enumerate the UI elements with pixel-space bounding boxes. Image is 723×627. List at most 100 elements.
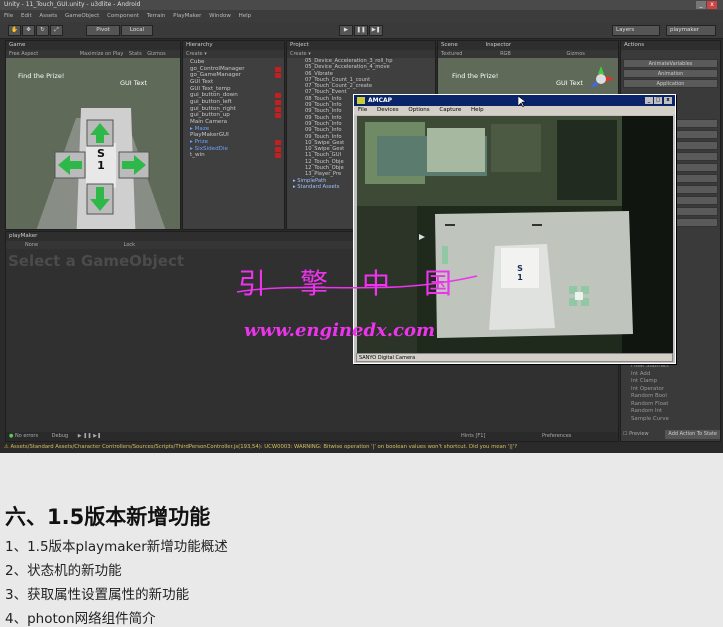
hierarchy-item[interactable]: PlayMakerGUI <box>190 132 284 139</box>
hierarchy-item[interactable]: t_win <box>190 152 284 159</box>
console-status-bar[interactable]: ⚠ Assets/Standard Assets/Character Contr… <box>0 442 723 453</box>
scene-find-prize-text: Find the Prize! <box>452 72 499 80</box>
hints-button[interactable]: Hints [F1] <box>461 432 485 441</box>
fsm-badge-icon <box>275 66 281 72</box>
rgb-dropdown[interactable]: RGB <box>500 51 511 57</box>
amcap-menu-devices[interactable]: Devices <box>377 107 399 113</box>
game-tab[interactable]: Game <box>6 41 180 50</box>
debug-dropdown[interactable]: Debug <box>52 433 68 439</box>
hierarchy-item[interactable]: go_GameManager <box>190 72 284 79</box>
action-item[interactable]: Sample Curve <box>631 416 669 424</box>
menu-assets[interactable]: Assets <box>39 13 57 19</box>
menu-component[interactable]: Component <box>107 13 139 19</box>
lock-toggle[interactable]: Lock <box>124 242 135 248</box>
layout-dropdown[interactable]: playmaker <box>666 25 716 36</box>
hierarchy-tab[interactable]: Hierarchy <box>183 41 284 50</box>
action-item[interactable]: Int Operator <box>631 386 669 394</box>
action-item[interactable]: Int Add <box>631 371 669 379</box>
menu-edit[interactable]: Edit <box>21 13 32 19</box>
amcap-close-button[interactable]: x <box>664 97 672 104</box>
local-toggle[interactable]: Local <box>121 25 153 36</box>
layers-dropdown[interactable]: Layers <box>612 25 660 36</box>
menu-gameobject[interactable]: GameObject <box>65 13 99 19</box>
hierarchy-item[interactable]: gui_button_up <box>190 112 284 119</box>
hierarchy-create-button[interactable]: Create ▾ <box>183 50 284 58</box>
pivot-toggle[interactable]: Pivot <box>86 25 120 36</box>
actions-tab[interactable]: Actions <box>621 41 720 50</box>
shading-dropdown[interactable]: Textured <box>441 51 462 57</box>
aspect-dropdown[interactable]: Free Aspect <box>9 51 38 57</box>
unity-toolbar: ✋ ✥ ↻ ⤢ Pivot Local ▶ ❚❚ ▶❚ Layers playm… <box>0 22 723 39</box>
scene-gizmos-toggle[interactable]: Gizmos <box>566 51 584 57</box>
menu-terrain[interactable]: Terrain <box>147 13 166 19</box>
unity-menu-bar: File Edit Assets GameObject Component Te… <box>0 10 723 22</box>
amcap-menu-capture[interactable]: Capture <box>439 107 461 113</box>
action-item[interactable]: Random Float <box>631 401 669 409</box>
unity-title-bar: Unity - 11_Touch_GUI.unity - u3dlite - A… <box>0 0 723 10</box>
hierarchy-item[interactable]: Cube <box>190 59 284 66</box>
warning-icon: ⚠ <box>4 444 9 450</box>
preview-label: Preview <box>629 431 649 437</box>
tab-inspector[interactable]: Inspector <box>486 42 512 48</box>
hierarchy-item[interactable]: gui_button_right <box>190 106 284 113</box>
tab-scene[interactable]: Scene <box>441 42 458 48</box>
mouse-cursor-icon <box>518 96 526 107</box>
category-application[interactable]: Application <box>623 79 718 88</box>
scale-tool-icon[interactable]: ⤢ <box>50 25 63 36</box>
add-action-button[interactable]: Add Action To State <box>665 430 720 439</box>
amcap-maximize-button[interactable]: □ <box>654 97 662 104</box>
amcap-menu-file[interactable]: File <box>358 107 367 113</box>
camera-feed: S 1 <box>357 116 673 354</box>
stats-toggle[interactable]: Stats <box>129 51 142 57</box>
close-button[interactable]: x <box>707 1 717 9</box>
minimize-button[interactable]: _ <box>696 1 706 9</box>
gizmos-toggle[interactable]: Gizmos <box>147 51 165 57</box>
scene-gui-text-label: GUI Text <box>556 79 583 87</box>
hierarchy-item[interactable]: Main Camera <box>190 119 284 126</box>
menu-window[interactable]: Window <box>209 13 231 19</box>
menu-playmaker[interactable]: PlayMaker <box>173 13 201 19</box>
category-animatevariables[interactable]: AnimateVariables <box>623 59 718 68</box>
action-item[interactable]: Random Int <box>631 408 669 416</box>
hierarchy-tab-label: Hierarchy <box>186 42 213 48</box>
hierarchy-item[interactable]: GUI Text <box>190 79 284 86</box>
hierarchy-item[interactable]: gui_button_left <box>190 99 284 106</box>
category-animation[interactable]: Animation <box>623 69 718 78</box>
amcap-minimize-button[interactable]: _ <box>645 97 653 104</box>
hierarchy-item-label: t_win <box>190 152 205 159</box>
hand-tool-icon[interactable]: ✋ <box>8 25 21 36</box>
hierarchy-item[interactable]: go_ControlManager <box>190 66 284 73</box>
step-button[interactable]: ▶❚ <box>369 25 383 36</box>
hierarchy-item[interactable]: gui_button_down <box>190 92 284 99</box>
scene-gizmo-icon[interactable] <box>586 64 616 94</box>
menu-help[interactable]: Help <box>239 13 252 19</box>
amcap-menu-options[interactable]: Options <box>408 107 429 113</box>
play-button[interactable]: ▶ <box>339 25 353 36</box>
hierarchy-item[interactable]: ▸ Prize <box>190 139 284 146</box>
hierarchy-item[interactable]: ▸ SixSidedDie <box>190 146 284 153</box>
hierarchy-create-label: Create <box>186 51 203 57</box>
actions-spacer <box>621 50 720 58</box>
amcap-menu-help[interactable]: Help <box>471 107 484 113</box>
debug-play-icon[interactable]: ▶ ❚❚ ▶❚ <box>78 433 101 439</box>
actions-footer: ☐ Preview Add Action To State <box>623 430 720 439</box>
action-item[interactable]: Int Clamp <box>631 378 669 386</box>
screenshot: Unity - 11_Touch_GUI.unity - u3dlite - A… <box>0 0 723 453</box>
action-item[interactable]: Random Bool <box>631 393 669 401</box>
fsm-badge-icon <box>275 99 281 105</box>
preferences-button[interactable]: Preferences <box>542 432 571 441</box>
game-view[interactable]: Find the Prize! GUI Text S 1 <box>6 58 180 229</box>
hierarchy-item-label: go_ControlManager <box>190 65 245 72</box>
hierarchy-item[interactable]: GUI Text_temp <box>190 86 284 93</box>
project-tab[interactable]: Project <box>287 41 435 50</box>
move-tool-icon[interactable]: ✥ <box>22 25 35 36</box>
rotate-tool-icon[interactable]: ↻ <box>36 25 49 36</box>
menu-file[interactable]: File <box>4 13 13 19</box>
pause-button[interactable]: ❚❚ <box>354 25 368 36</box>
project-create-button[interactable]: Create ▾ <box>287 50 435 58</box>
preview-toggle[interactable]: ☐ Preview <box>623 431 649 437</box>
fsm-select-dropdown[interactable]: None <box>25 242 38 248</box>
action-item[interactable]: Float Subtract <box>631 363 669 371</box>
maximize-on-play-toggle[interactable]: Maximize on Play <box>80 51 124 57</box>
hierarchy-item[interactable]: ▸ Maze <box>190 126 284 133</box>
